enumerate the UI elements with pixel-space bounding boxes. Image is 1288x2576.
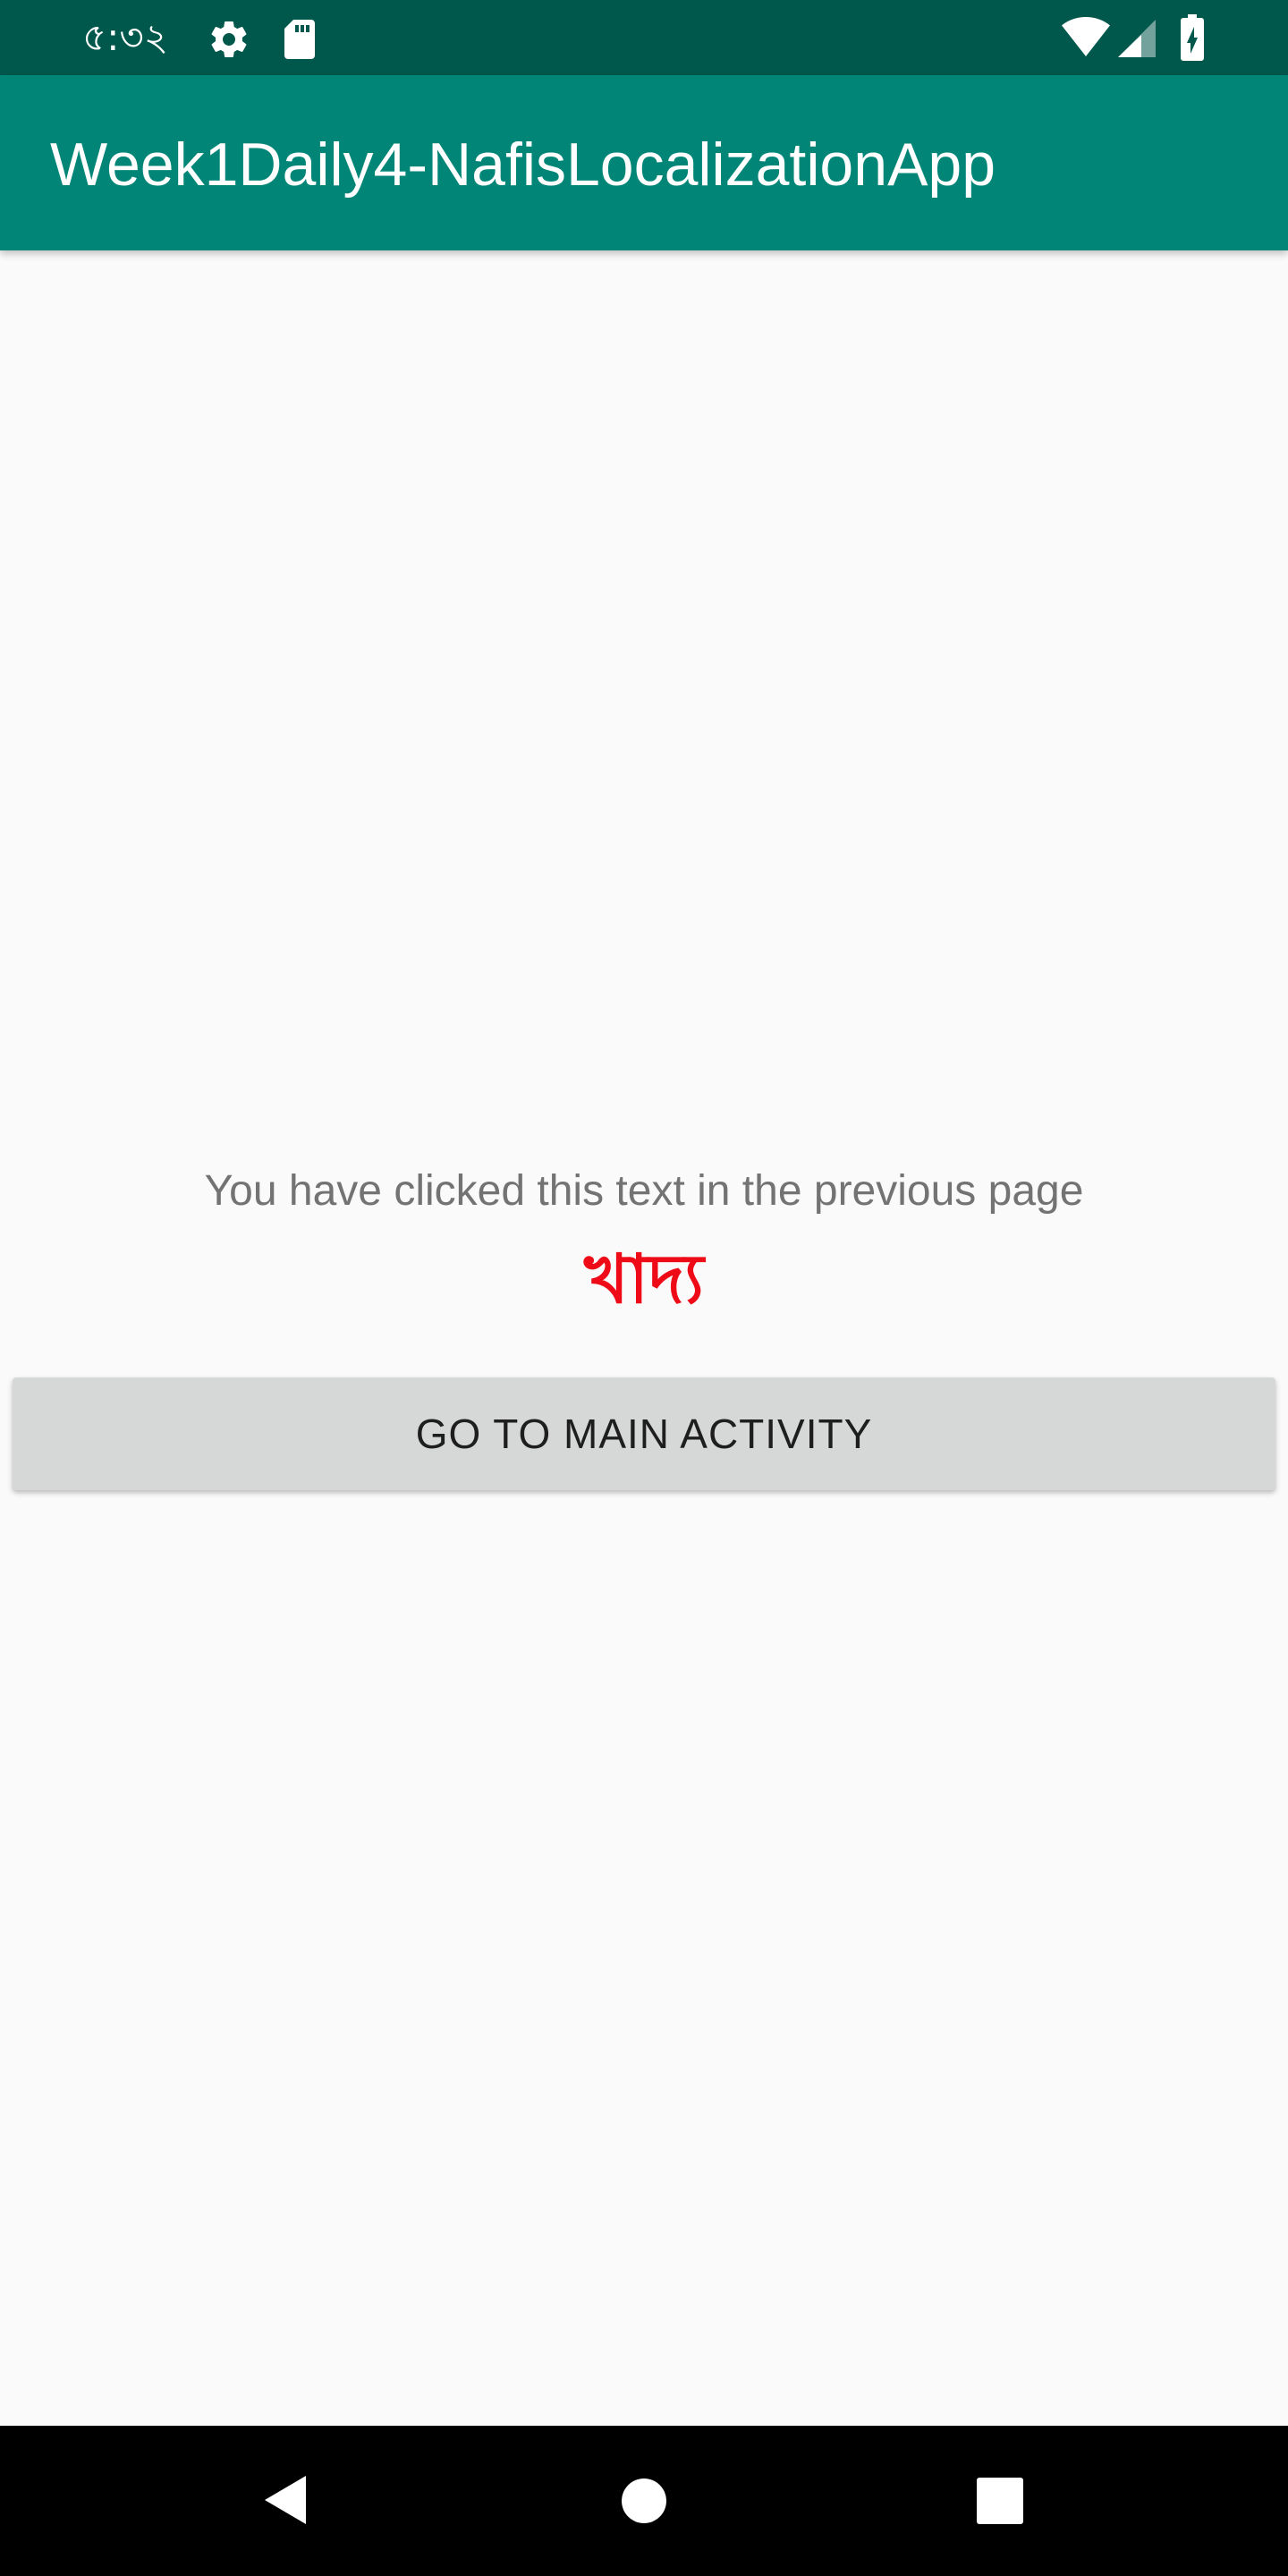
cell-signal-icon [1118, 18, 1157, 57]
sd-card-icon [281, 18, 317, 61]
settings-gear-icon [208, 18, 250, 61]
go-to-main-activity-button[interactable]: GO TO MAIN ACTIVITY [13, 1377, 1275, 1490]
app-bar: Week1Daily4-NafisLocalizationApp [0, 75, 1288, 250]
home-icon[interactable] [621, 2478, 667, 2524]
navigation-bar [0, 2426, 1288, 2576]
back-icon[interactable] [259, 2472, 315, 2528]
wifi-icon [1061, 16, 1111, 57]
battery-charging-icon [1179, 14, 1206, 61]
status-bar: ৫:৩২ [0, 0, 1288, 75]
recents-icon[interactable] [977, 2478, 1023, 2524]
previous-page-message: You have clicked this text in the previo… [204, 1167, 1084, 1215]
clicked-word-text: খাদ্য [584, 1239, 704, 1318]
main-content: You have clicked this text in the previo… [0, 250, 1288, 2426]
status-time: ৫:৩২ [82, 15, 169, 59]
app-title: Week1Daily4-NafisLocalizationApp [50, 131, 996, 199]
